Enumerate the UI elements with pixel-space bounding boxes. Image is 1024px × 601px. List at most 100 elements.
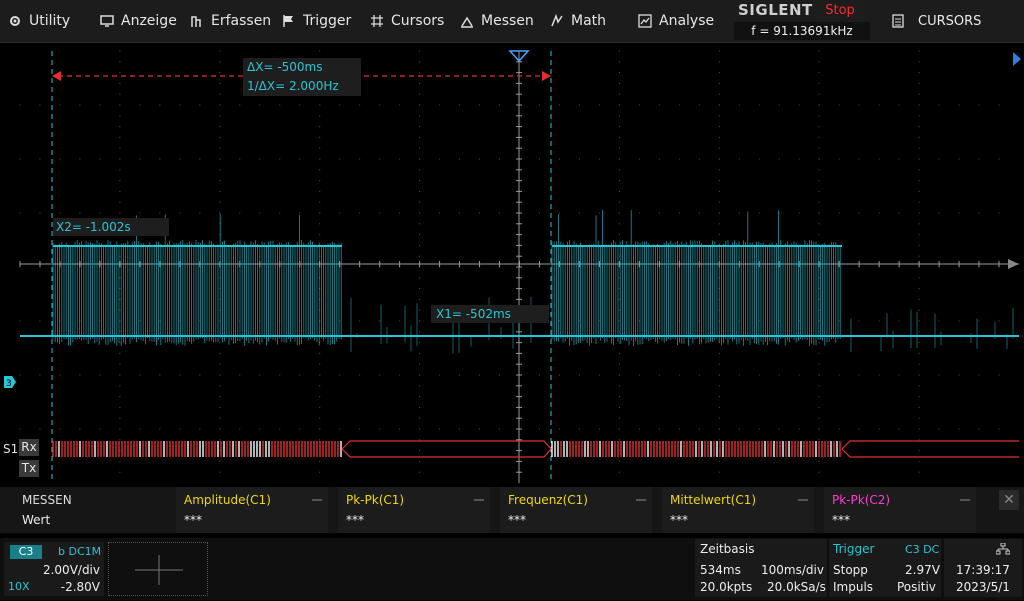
grid-dot bbox=[638, 212, 640, 214]
brand-status: SIGLENT Stop f = 91.13691kHz bbox=[732, 0, 872, 42]
grid-dot bbox=[39, 212, 41, 214]
grid-dot bbox=[119, 61, 121, 63]
timebase-settings[interactable]: Zeitbasis 534ms 100ms/div 20.0kpts 20.0k… bbox=[695, 539, 827, 597]
grid-dot bbox=[219, 180, 221, 182]
cursors-panel-label: CURSORS bbox=[918, 13, 982, 29]
grid-dot bbox=[718, 180, 720, 182]
menu-cursors[interactable]: Cursors bbox=[370, 0, 444, 42]
remove-measure-icon[interactable] bbox=[312, 499, 322, 501]
grid-dot bbox=[119, 385, 121, 387]
remove-measure-icon[interactable] bbox=[636, 499, 646, 501]
clock-panel[interactable]: 17:39:17 2023/5/1 bbox=[944, 539, 1022, 597]
grid-dot bbox=[818, 385, 820, 387]
grid-dot bbox=[339, 374, 341, 376]
grid-dot bbox=[618, 331, 620, 333]
remove-measure-icon[interactable] bbox=[960, 499, 970, 501]
grid-dot bbox=[219, 136, 221, 138]
grid-dot bbox=[419, 298, 421, 300]
grid-dot bbox=[598, 428, 600, 430]
grid-dot bbox=[618, 136, 620, 138]
grid-dot bbox=[139, 320, 141, 322]
grid-dot bbox=[918, 363, 920, 365]
grid-dot bbox=[818, 72, 820, 74]
remove-measure-icon[interactable] bbox=[474, 499, 484, 501]
delta-x-readout: ΔX= -500ms bbox=[247, 60, 322, 74]
menu-analyse-label: Analyse bbox=[659, 13, 715, 29]
grid-dot bbox=[399, 212, 401, 214]
run-stop-badge[interactable]: Stop bbox=[814, 2, 866, 19]
grid-dot bbox=[758, 158, 760, 160]
grid-dot bbox=[219, 104, 221, 106]
grid-dot bbox=[818, 212, 820, 214]
grid-dot bbox=[618, 158, 620, 160]
measure-row-label: Wert bbox=[22, 513, 51, 527]
grid-dot bbox=[419, 255, 421, 257]
grid-dot bbox=[818, 277, 820, 279]
grid-dot bbox=[918, 93, 920, 95]
measure-item-pkpk-c1[interactable]: Pk-Pk(C1) *** bbox=[338, 487, 490, 533]
grid-dot bbox=[419, 234, 421, 236]
grid-dot bbox=[319, 201, 321, 203]
remove-measure-icon[interactable] bbox=[798, 499, 808, 501]
measure-item-pkpk-c2[interactable]: Pk-Pk(C2) *** bbox=[824, 487, 976, 533]
grid-dot bbox=[618, 50, 620, 52]
menu-analyse[interactable]: Analyse bbox=[638, 0, 714, 42]
grid-dot bbox=[379, 158, 381, 160]
grid-dot bbox=[179, 374, 181, 376]
grid-dot bbox=[818, 223, 820, 225]
grid-dot bbox=[119, 309, 121, 311]
grid-dot bbox=[918, 61, 920, 63]
grid-dot bbox=[219, 439, 221, 441]
grid-dot bbox=[419, 61, 421, 63]
grid-dot bbox=[918, 288, 920, 290]
grid-dot bbox=[818, 406, 820, 408]
menu-erfassen-label: Erfassen bbox=[211, 13, 272, 29]
serial-decode-rx bbox=[52, 440, 1019, 458]
menu-erfassen[interactable]: Erfassen bbox=[190, 0, 271, 42]
grid-dot bbox=[858, 320, 860, 322]
grid-dot bbox=[598, 104, 600, 106]
frequency-counter: f = 91.13691kHz bbox=[734, 22, 870, 40]
menu-anzeige[interactable]: Anzeige bbox=[100, 0, 177, 42]
waveform-display[interactable]: ΔX= -500ms 1/ΔX= 2.000Hz X2= -1.002s X1=… bbox=[0, 43, 1024, 484]
grid-dot bbox=[818, 363, 820, 365]
grid-dot bbox=[39, 320, 41, 322]
menu-trigger[interactable]: Trigger bbox=[282, 0, 351, 42]
grid-dot bbox=[538, 212, 540, 214]
channel-tag: C3 bbox=[10, 545, 42, 559]
grid-dot bbox=[419, 93, 421, 95]
grid-dot bbox=[479, 104, 481, 106]
measure-item-frequenz[interactable]: Frequenz(C1) *** bbox=[500, 487, 652, 533]
grid-dot bbox=[439, 104, 441, 106]
grid-dot bbox=[319, 169, 321, 171]
grid-dot bbox=[419, 342, 421, 344]
grid-dot bbox=[219, 385, 221, 387]
menu-utility[interactable]: Utility bbox=[8, 0, 70, 42]
grid-dot bbox=[179, 212, 181, 214]
grid-dot bbox=[419, 331, 421, 333]
grid-dot bbox=[818, 50, 820, 52]
grid-dot bbox=[319, 460, 321, 462]
grid-dot bbox=[798, 104, 800, 106]
measure-item-mittelwert[interactable]: Mittelwert(C1) *** bbox=[662, 487, 814, 533]
grid-dot bbox=[838, 374, 840, 376]
menu-messen[interactable]: Messen bbox=[460, 0, 534, 42]
close-measure-icon[interactable]: ✕ bbox=[999, 490, 1019, 510]
grid-dot bbox=[319, 180, 321, 182]
menu-math[interactable]: Math bbox=[550, 0, 606, 42]
grid-dot bbox=[219, 417, 221, 419]
channel3-settings[interactable]: C3 b DC1M 2.00V/div 10X -2.80V bbox=[4, 542, 104, 596]
grid-dot bbox=[219, 352, 221, 354]
channel3-ground-marker-icon[interactable]: 3 bbox=[3, 375, 17, 389]
grid-dot bbox=[219, 93, 221, 95]
trigger-settings[interactable]: Trigger C3 DC Stopp 2.97V Impuls Positiv bbox=[829, 539, 941, 597]
grid-dot bbox=[299, 374, 301, 376]
grid-dot bbox=[119, 428, 121, 430]
measure-item-amplitude[interactable]: Amplitude(C1) *** bbox=[176, 487, 328, 533]
grid-dot bbox=[618, 277, 620, 279]
add-channel-button[interactable] bbox=[108, 542, 208, 596]
cursors-panel-button[interactable]: CURSORS bbox=[880, 0, 1024, 42]
grid-dot bbox=[718, 428, 720, 430]
grid-dot bbox=[419, 104, 421, 106]
grid-dot bbox=[419, 352, 421, 354]
